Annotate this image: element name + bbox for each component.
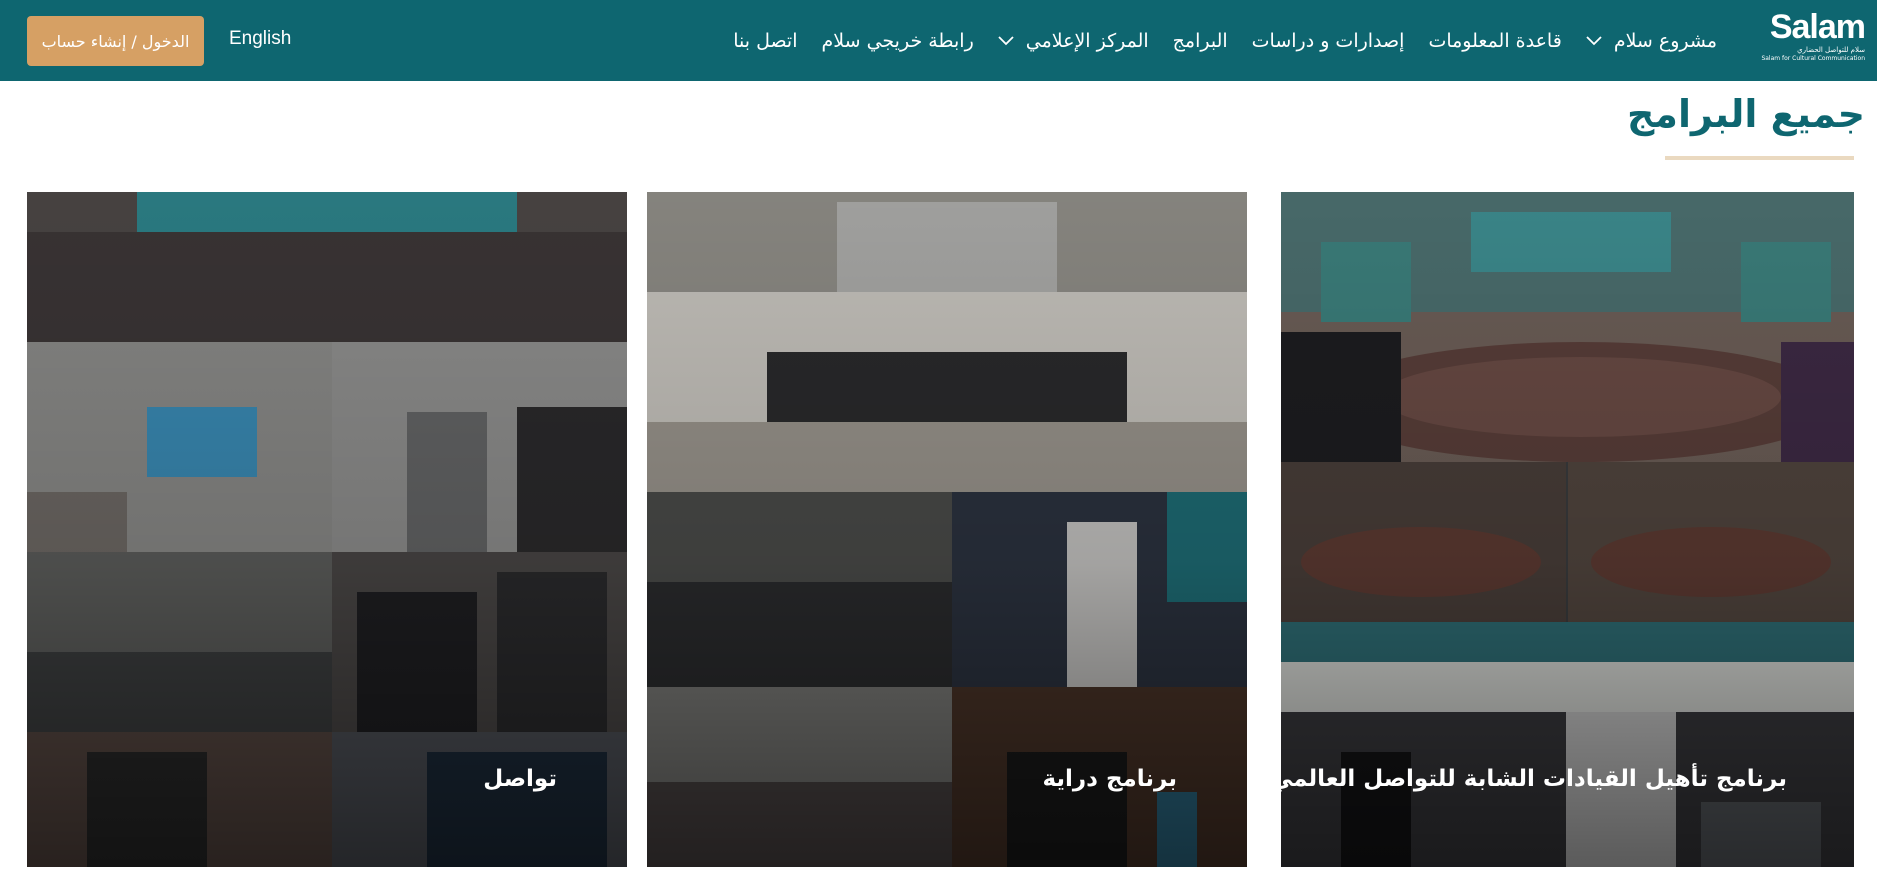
login-register-button[interactable]: الدخول / إنشاء حساب bbox=[27, 16, 204, 66]
logo-arabic-tagline: سلام للتواصل الحضاري bbox=[1797, 46, 1865, 54]
nav-item-label: رابطة خريجي سلام bbox=[821, 29, 974, 52]
nav-item-label: المركز الإعلامي bbox=[1025, 29, 1149, 52]
nav-item-label: اتصل بنا bbox=[733, 29, 798, 52]
nav-item-media-center[interactable]: المركز الإعلامي bbox=[986, 0, 1161, 81]
program-card-young-leaders[interactable]: برنامج تأهيل القيادات الشابة للتواصل الع… bbox=[1281, 192, 1854, 867]
language-switch-link[interactable]: English bbox=[229, 28, 291, 50]
nav-item-salam-project[interactable]: مشروع سلام bbox=[1574, 0, 1729, 81]
top-navigation-bar: Salam سلام للتواصل الحضاري Salam for Cul… bbox=[0, 0, 1877, 81]
nav-item-label: مشروع سلام bbox=[1613, 29, 1717, 52]
nav-item-programs[interactable]: البرامج bbox=[1161, 0, 1240, 81]
main-nav: مشروع سلام قاعدة المعلومات إصدارات و درا… bbox=[721, 0, 1729, 81]
page-title: جميع البرامج bbox=[1627, 92, 1865, 136]
nav-item-label: البرامج bbox=[1172, 29, 1228, 52]
program-card-tawasul[interactable]: تواصل bbox=[27, 192, 627, 867]
nav-item-alumni[interactable]: رابطة خريجي سلام bbox=[810, 0, 986, 81]
nav-item-contact[interactable]: اتصل بنا bbox=[721, 0, 809, 81]
program-title: برنامج تأهيل القيادات الشابة للتواصل الع… bbox=[1281, 766, 1787, 792]
salam-logo[interactable]: Salam سلام للتواصل الحضاري Salam for Cul… bbox=[1753, 8, 1866, 72]
chevron-down-icon bbox=[1586, 35, 1602, 46]
logo-wordmark: Salam bbox=[1769, 8, 1866, 46]
nav-item-knowledge-base[interactable]: قاعدة المعلومات bbox=[1416, 0, 1573, 81]
program-card-diraya[interactable]: برنامج دراية bbox=[647, 192, 1247, 867]
program-title: تواصل bbox=[483, 766, 557, 792]
program-title: برنامج دراية bbox=[1042, 766, 1177, 792]
nav-item-publications[interactable]: إصدارات و دراسات bbox=[1240, 0, 1417, 81]
nav-item-label: إصدارات و دراسات bbox=[1251, 29, 1405, 52]
title-underline bbox=[1665, 156, 1854, 160]
logo-english-tagline: Salam for Cultural Communication bbox=[1761, 55, 1865, 62]
chevron-down-icon bbox=[998, 35, 1014, 46]
nav-item-label: قاعدة المعلومات bbox=[1428, 29, 1562, 52]
